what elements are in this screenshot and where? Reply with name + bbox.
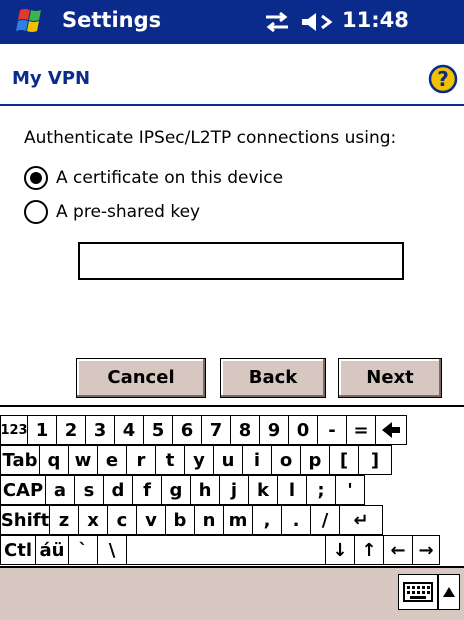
key-k[interactable]: k bbox=[248, 475, 278, 505]
key-slash[interactable]: / bbox=[310, 505, 340, 535]
radio-selected-dot bbox=[30, 172, 42, 184]
key-123[interactable]: 123 bbox=[0, 415, 28, 445]
keyboard-glyph-icon bbox=[403, 582, 433, 602]
key-ctl[interactable]: Ctl bbox=[0, 535, 36, 565]
vpn-settings-screen: Settings 11:48 My VPN ? Authenticate IPS… bbox=[0, 0, 464, 620]
key-period[interactable]: . bbox=[281, 505, 311, 535]
next-button[interactable]: Next bbox=[338, 358, 442, 398]
cancel-button[interactable]: Cancel bbox=[76, 358, 206, 398]
key-down-arrow[interactable]: ↓ bbox=[325, 535, 355, 565]
menu-bar bbox=[0, 566, 464, 620]
key-7[interactable]: 7 bbox=[201, 415, 231, 445]
key-h[interactable]: h bbox=[190, 475, 220, 505]
key-g[interactable]: g bbox=[161, 475, 191, 505]
radio-pre-shared-key[interactable]: A pre-shared key bbox=[24, 198, 200, 226]
auth-prompt: Authenticate IPSec/L2TP connections usin… bbox=[24, 128, 397, 148]
key-equals[interactable]: = bbox=[346, 415, 376, 445]
radio-label-certificate: A certificate on this device bbox=[56, 168, 284, 188]
triangle-up-icon bbox=[443, 587, 455, 597]
keyboard-row-1: 123 1 2 3 4 5 6 7 8 9 0 - = bbox=[0, 415, 464, 445]
keyboard-row-3: CAP a s d f g h j k l ; ' bbox=[0, 475, 464, 505]
key-p[interactable]: p bbox=[300, 445, 330, 475]
key-f[interactable]: f bbox=[132, 475, 162, 505]
key-q[interactable]: q bbox=[39, 445, 69, 475]
key-backslash[interactable]: \ bbox=[97, 535, 127, 565]
key-s[interactable]: s bbox=[74, 475, 104, 505]
key-right-arrow[interactable]: → bbox=[412, 535, 440, 565]
back-button[interactable]: Back bbox=[220, 358, 326, 398]
key-accents[interactable]: áü bbox=[35, 535, 69, 565]
key-tab[interactable]: Tab bbox=[0, 445, 40, 475]
key-2[interactable]: 2 bbox=[56, 415, 86, 445]
key-r[interactable]: r bbox=[126, 445, 156, 475]
key-u[interactable]: u bbox=[213, 445, 243, 475]
keyboard-row-5: Ctl áü ` \ ↓ ↑ ← → bbox=[0, 535, 464, 565]
key-semicolon[interactable]: ; bbox=[306, 475, 336, 505]
key-left-bracket[interactable]: [ bbox=[329, 445, 359, 475]
key-y[interactable]: y bbox=[184, 445, 214, 475]
key-w[interactable]: w bbox=[68, 445, 98, 475]
key-minus[interactable]: - bbox=[317, 415, 347, 445]
arrow-up-icon[interactable] bbox=[438, 574, 460, 610]
page-header: My VPN ? bbox=[0, 60, 464, 100]
key-b[interactable]: b bbox=[165, 505, 195, 535]
pre-shared-key-input[interactable] bbox=[78, 242, 404, 280]
key-apostrophe[interactable]: ' bbox=[335, 475, 365, 505]
svg-text:?: ? bbox=[437, 67, 449, 91]
key-t[interactable]: t bbox=[155, 445, 185, 475]
keyboard-icon[interactable] bbox=[398, 574, 438, 610]
key-a[interactable]: a bbox=[45, 475, 75, 505]
help-icon[interactable]: ? bbox=[428, 64, 458, 94]
key-m[interactable]: m bbox=[223, 505, 253, 535]
clock[interactable]: 11:48 bbox=[342, 8, 409, 32]
key-o[interactable]: o bbox=[271, 445, 301, 475]
radio-button-pre-shared-key[interactable] bbox=[24, 200, 48, 224]
key-5[interactable]: 5 bbox=[143, 415, 173, 445]
key-x[interactable]: x bbox=[78, 505, 108, 535]
key-8[interactable]: 8 bbox=[230, 415, 260, 445]
key-0[interactable]: 0 bbox=[288, 415, 318, 445]
key-l[interactable]: l bbox=[277, 475, 307, 505]
radio-button-certificate[interactable] bbox=[24, 166, 48, 190]
key-j[interactable]: j bbox=[219, 475, 249, 505]
soft-keyboard: 123 1 2 3 4 5 6 7 8 9 0 - = Tab q w e r … bbox=[0, 405, 464, 567]
windows-start-icon[interactable] bbox=[10, 4, 52, 40]
page-title: My VPN bbox=[12, 68, 91, 89]
key-9[interactable]: 9 bbox=[259, 415, 289, 445]
key-up-arrow[interactable]: ↑ bbox=[354, 535, 384, 565]
keyboard-row-4: Shift z x c v b n m , . / ↵ bbox=[0, 505, 464, 535]
connectivity-icon[interactable] bbox=[262, 9, 292, 35]
key-i[interactable]: i bbox=[242, 445, 272, 475]
key-z[interactable]: z bbox=[49, 505, 79, 535]
key-v[interactable]: v bbox=[136, 505, 166, 535]
backspace-icon bbox=[382, 422, 400, 438]
volume-icon[interactable] bbox=[300, 10, 336, 34]
key-left-arrow[interactable]: ← bbox=[383, 535, 413, 565]
key-shift[interactable]: Shift bbox=[0, 505, 50, 535]
key-backtick[interactable]: ` bbox=[68, 535, 98, 565]
key-right-bracket[interactable]: ] bbox=[358, 445, 392, 475]
key-backspace[interactable] bbox=[375, 415, 407, 445]
key-caps[interactable]: CAP bbox=[0, 475, 46, 505]
key-d[interactable]: d bbox=[103, 475, 133, 505]
app-title: Settings bbox=[62, 8, 162, 32]
radio-certificate[interactable]: A certificate on this device bbox=[24, 164, 283, 192]
key-3[interactable]: 3 bbox=[85, 415, 115, 445]
key-c[interactable]: c bbox=[107, 505, 137, 535]
radio-label-pre-shared-key: A pre-shared key bbox=[56, 202, 201, 222]
key-e[interactable]: e bbox=[97, 445, 127, 475]
title-bar: Settings 11:48 bbox=[0, 0, 464, 44]
key-n[interactable]: n bbox=[194, 505, 224, 535]
keyboard-row-2: Tab q w e r t y u i o p [ ] bbox=[0, 445, 464, 475]
key-1[interactable]: 1 bbox=[27, 415, 57, 445]
key-4[interactable]: 4 bbox=[114, 415, 144, 445]
header-divider bbox=[0, 104, 464, 106]
key-6[interactable]: 6 bbox=[172, 415, 202, 445]
key-comma[interactable]: , bbox=[252, 505, 282, 535]
key-space[interactable] bbox=[126, 535, 326, 565]
key-enter[interactable]: ↵ bbox=[339, 505, 383, 535]
